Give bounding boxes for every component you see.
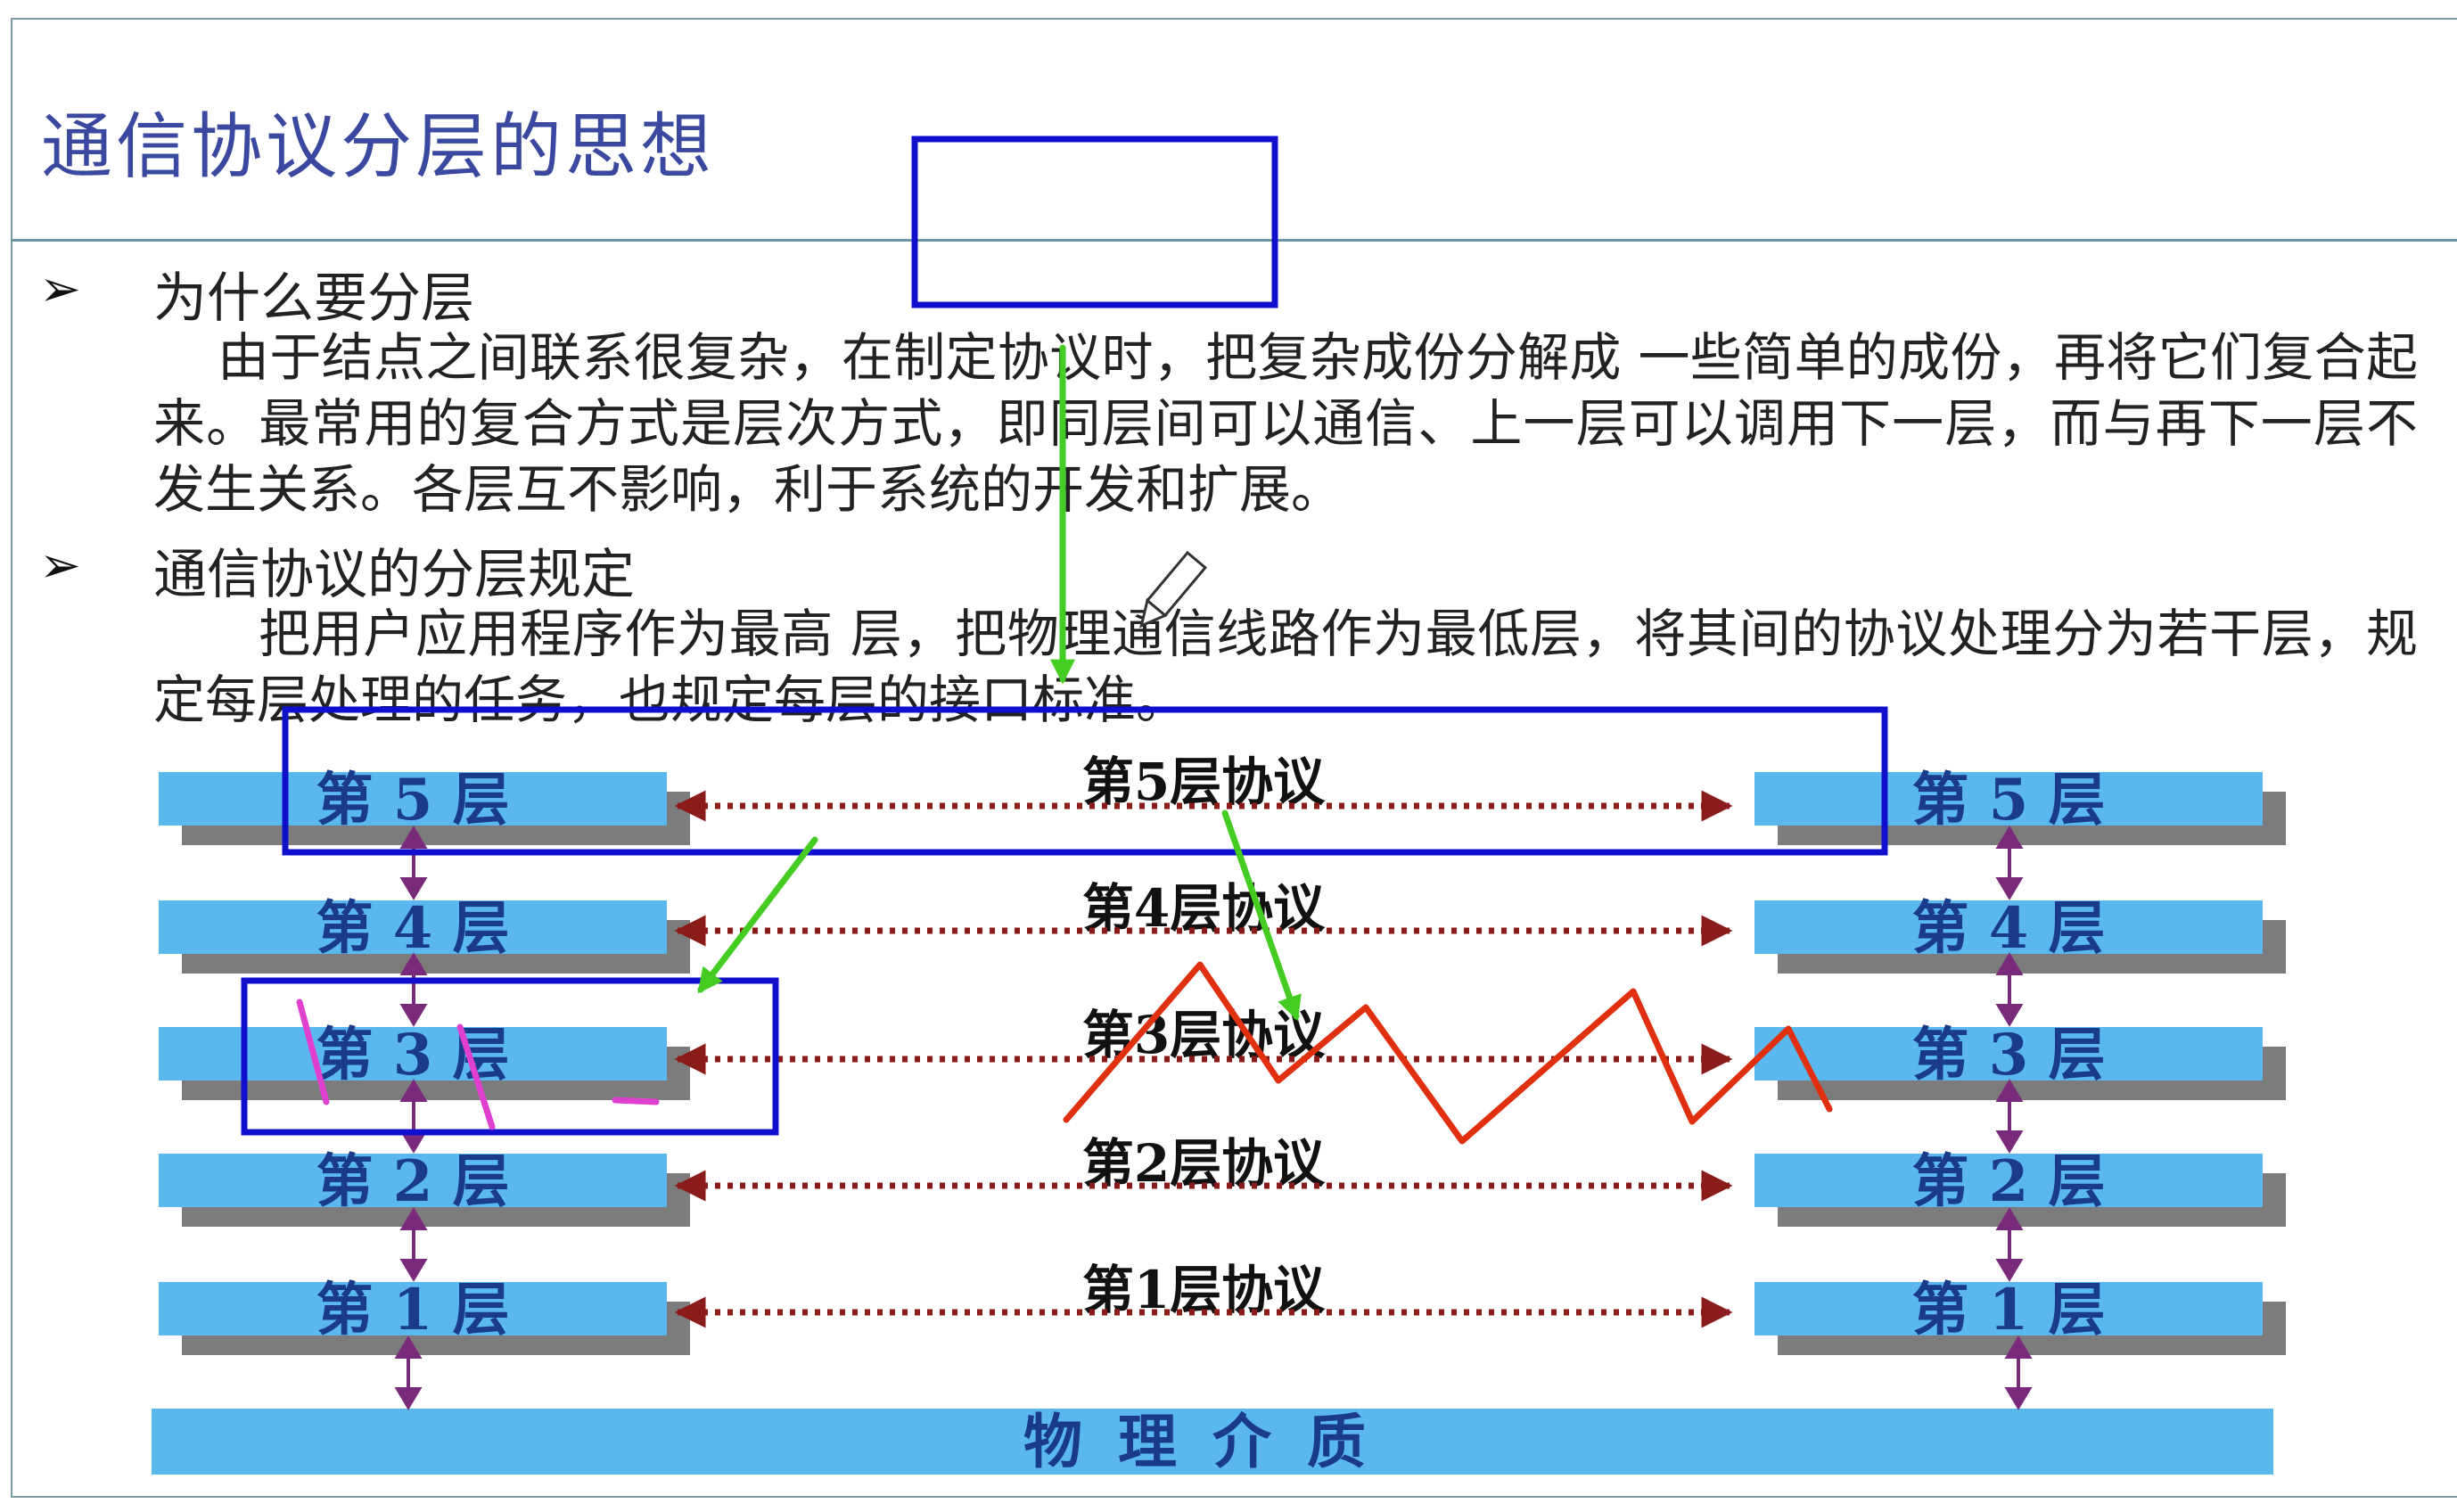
annotation-arrow-to-layer3: [697, 836, 818, 994]
annotation-box-layer3: [241, 977, 779, 1136]
diagram-overlay: [241, 136, 2033, 1410]
annotation-mark: [456, 1023, 496, 1130]
pencil-cursor-icon: [1139, 550, 1208, 629]
annotation-box-top: [911, 136, 1278, 308]
annotation-mark: [612, 1097, 660, 1105]
annotation-box-layer5: [282, 706, 1888, 856]
interface-arrows-left: [394, 826, 428, 1410]
annotation-mark: [296, 998, 330, 1105]
annotation-scribble: [1063, 961, 1833, 1145]
annotation-arrow-to-protocol3: [1221, 809, 1302, 1022]
interface-arrows-right: [1995, 826, 2033, 1410]
